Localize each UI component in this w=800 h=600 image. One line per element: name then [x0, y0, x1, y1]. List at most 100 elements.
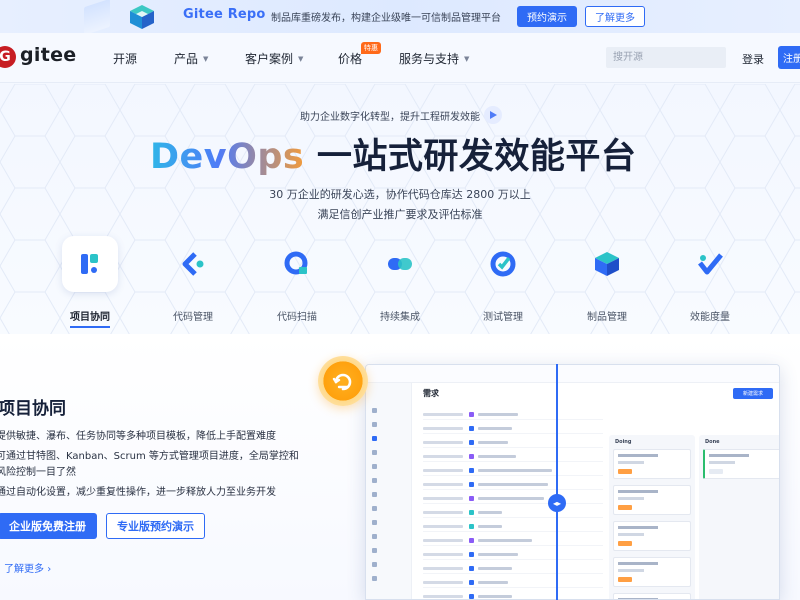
compare-divider[interactable] [556, 364, 558, 600]
tab-code-scan[interactable]: 代码扫描 [257, 236, 337, 323]
mock-main: 需求 新建需求 Doing Done [413, 383, 779, 599]
tab-code-manage[interactable]: 代码管理 [153, 236, 233, 323]
list-item [423, 577, 603, 588]
tab-label: 制品管理 [587, 312, 627, 323]
gitee-logo-icon[interactable]: G [0, 46, 16, 68]
tab-test-manage[interactable]: 测试管理 [463, 236, 543, 323]
tab-label: 测试管理 [483, 312, 523, 323]
tagline-text: 助力企业数字化转型，提升工程研发效能 [300, 111, 480, 123]
mock-side-row [372, 575, 381, 581]
list-item [423, 535, 603, 546]
list-item [423, 563, 603, 574]
ci-icon [372, 236, 428, 292]
kanban-card [613, 557, 691, 587]
list-item [423, 451, 603, 462]
nav-item-support[interactable]: 服务与支持 ▼ [399, 50, 469, 67]
tab-label: 持续集成 [380, 312, 420, 323]
nav-item-pricing[interactable]: 价格 [338, 50, 362, 67]
nav-item-label: 开源 [113, 52, 138, 66]
mock-side-row [372, 449, 381, 455]
tab-label: 项目协同 [70, 312, 110, 323]
list-item [423, 591, 603, 599]
list-item [423, 479, 603, 490]
list-item [423, 507, 603, 518]
banner-subtitle: 制品库重磅发布，构建企业级唯一可信制品管理平台 [271, 13, 501, 24]
cube-decoration [84, 0, 110, 36]
section-desc-line: 可通过甘特图、Kanban、Scrum 等方式管理项目进度，全局掌控和 [0, 451, 299, 462]
caret-down-icon: ▼ [298, 54, 304, 63]
banner-demo-button[interactable]: 预约演示 [517, 6, 577, 27]
mock-side-row [372, 561, 381, 567]
list-item [423, 423, 603, 434]
tab-label: 代码扫描 [277, 312, 317, 323]
section-title: 项目协同 [0, 399, 66, 419]
learn-more-link[interactable]: 了解更多 › [4, 560, 51, 575]
tab-project-collab[interactable]: 项目协同 [50, 236, 130, 323]
top-nav: G gitee 开源 产品 ▼ 客户案例 ▼ 价格 特惠 服务与支持 ▼ 登录 … [0, 33, 800, 83]
tab-artifact-manage[interactable]: 制品管理 [567, 236, 647, 323]
column-title: Doing [615, 439, 632, 445]
nav-item-label: 客户案例 [245, 52, 294, 66]
project-collab-icon [62, 236, 118, 292]
chevron-right-icon: › [47, 564, 52, 575]
gitee-logo-text[interactable]: gitee [20, 44, 76, 66]
mock-side-row [372, 505, 381, 511]
code-scan-icon [269, 236, 325, 292]
list-item [423, 437, 603, 448]
list-item [423, 409, 603, 420]
mock-side-row [372, 533, 381, 539]
artifact-manage-icon [579, 236, 635, 292]
promo-banner[interactable]: Gitee Repo 制品库重磅发布，构建企业级唯一可信制品管理平台 预约演示 … [0, 0, 800, 36]
register-button[interactable]: 注册 [778, 46, 800, 69]
product-screenshot: 需求 新建需求 Doing Done [365, 364, 780, 600]
enterprise-register-button[interactable]: 企业版免费注册 [0, 513, 97, 539]
drag-handle-icon[interactable]: ◂▸ [548, 494, 566, 512]
search-input[interactable] [606, 47, 726, 68]
headline-devops: DevOps [150, 137, 305, 177]
list-item [423, 521, 603, 532]
play-icon[interactable] [484, 106, 502, 124]
nav-item-label: 价格 [338, 52, 363, 66]
mock-side-row [372, 407, 381, 413]
list-item [423, 493, 603, 504]
mock-title: 需求 [423, 389, 439, 398]
kanban-card [613, 521, 691, 551]
kanban-card [613, 485, 691, 515]
learn-more-text: 了解更多 [4, 564, 44, 575]
mock-side-row [372, 421, 381, 427]
section-desc-line: 风险控制一目了然 [0, 467, 76, 478]
nav-item-label: 产品 [174, 52, 199, 66]
kanban-card [613, 593, 691, 599]
nav-item-cases[interactable]: 客户案例 ▼ [245, 50, 303, 67]
mock-new-button: 新建需求 [733, 388, 773, 399]
mock-side-row [372, 491, 381, 497]
mock-side-row [372, 435, 381, 441]
metrics-icon [682, 236, 738, 292]
hot-badge: 特惠 [361, 42, 381, 54]
tab-ci[interactable]: 持续集成 [360, 236, 440, 323]
nav-item-opensource[interactable]: 开源 [113, 50, 137, 67]
caret-down-icon: ▼ [464, 54, 470, 63]
banner-more-button[interactable]: 了解更多 [585, 6, 645, 27]
banner-title: Gitee Repo [183, 7, 266, 22]
hero-subline-1: 30 万企业的研发心选，协作代码仓库达 2800 万以上 [269, 188, 531, 201]
tab-label: 代码管理 [173, 312, 213, 323]
mock-side-row [372, 519, 381, 525]
gitee-repo-cube-icon [130, 5, 154, 29]
nav-item-product[interactable]: 产品 ▼ [174, 50, 208, 67]
login-link[interactable]: 登录 [742, 51, 764, 67]
mock-side-row [372, 547, 381, 553]
kanban-column-done: Done [699, 435, 779, 599]
list-item [423, 465, 603, 476]
mock-side-row [372, 463, 381, 469]
kanban-card [613, 449, 691, 479]
mock-sidebar [366, 383, 412, 599]
mock-side-row [372, 477, 381, 483]
tab-metrics[interactable]: 效能度量 [670, 236, 750, 323]
column-title: Done [705, 439, 720, 445]
kanban-column-doing: Doing [609, 435, 695, 599]
pro-demo-button[interactable]: 专业版预约演示 [106, 513, 205, 539]
test-manage-icon [475, 236, 531, 292]
mock-toolbar [366, 365, 779, 383]
timer-icon [318, 356, 368, 406]
